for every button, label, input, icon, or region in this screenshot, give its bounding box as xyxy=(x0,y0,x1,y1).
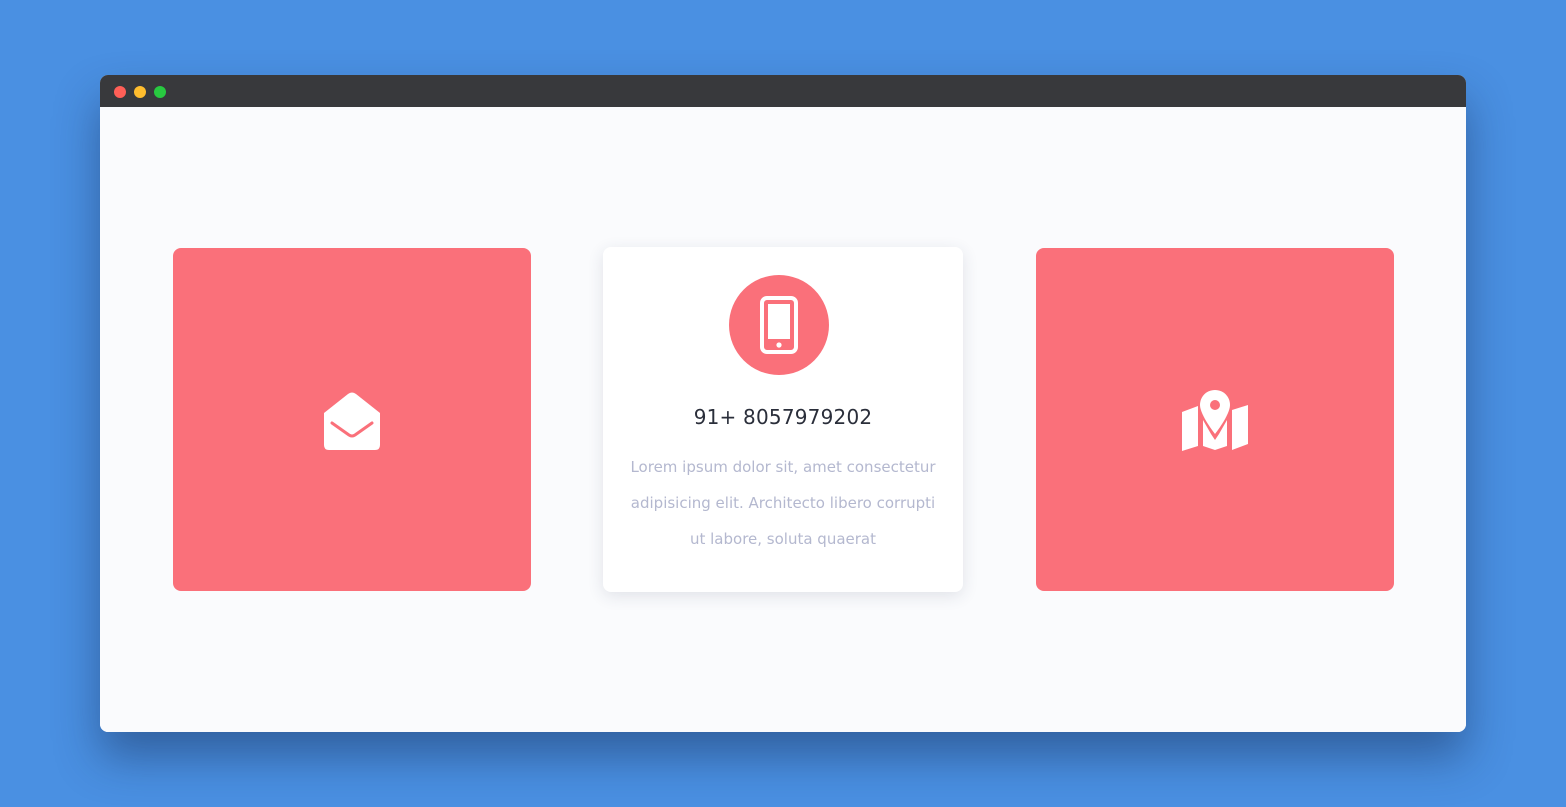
map-marker-icon xyxy=(1180,390,1250,452)
phone-card[interactable]: 91+ 8057979202 Lorem ipsum dolor sit, am… xyxy=(603,247,963,592)
envelope-open-icon xyxy=(321,391,383,451)
phone-number: 91+ 8057979202 xyxy=(693,405,873,429)
browser-window: 91+ 8057979202 Lorem ipsum dolor sit, am… xyxy=(100,75,1466,732)
minimize-window-button[interactable] xyxy=(134,86,146,98)
email-card[interactable] xyxy=(173,248,531,591)
maximize-window-button[interactable] xyxy=(154,86,166,98)
window-titlebar xyxy=(100,75,1466,107)
page-content: 91+ 8057979202 Lorem ipsum dolor sit, am… xyxy=(100,107,1466,732)
location-card[interactable] xyxy=(1036,248,1394,591)
phone-description: Lorem ipsum dolor sit, amet consectetur … xyxy=(630,458,936,548)
phone-icon-circle xyxy=(729,275,829,375)
close-window-button[interactable] xyxy=(114,86,126,98)
